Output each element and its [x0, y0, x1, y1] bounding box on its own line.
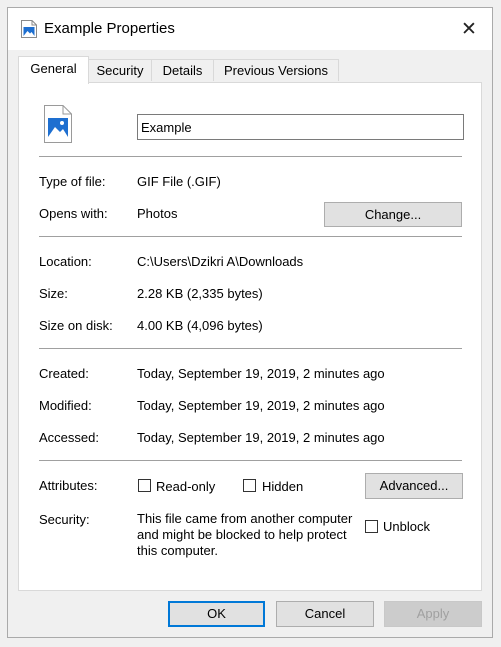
unblock-label[interactable]: Unblock	[383, 519, 430, 534]
divider	[39, 460, 462, 461]
hidden-checkbox[interactable]	[243, 479, 256, 492]
properties-dialog: Example Properties ✕ General Security De…	[7, 7, 493, 638]
tab-previous-versions[interactable]: Previous Versions	[213, 59, 339, 81]
size-on-disk-value: 4.00 KB (4,096 bytes)	[137, 318, 263, 333]
image-file-icon	[21, 20, 37, 38]
divider	[39, 156, 462, 157]
tab-details[interactable]: Details	[151, 59, 214, 81]
unblock-checkbox[interactable]	[365, 520, 378, 533]
read-only-checkbox[interactable]	[138, 479, 151, 492]
general-panel: Type of file: GIF File (.GIF) Opens with…	[18, 82, 482, 591]
cancel-button[interactable]: Cancel	[276, 601, 374, 627]
modified-label: Modified:	[39, 398, 92, 413]
created-label: Created:	[39, 366, 89, 381]
type-of-file-value: GIF File (.GIF)	[137, 174, 221, 189]
tab-security[interactable]: Security	[88, 59, 152, 81]
modified-value: Today, September 19, 2019, 2 minutes ago	[137, 398, 385, 413]
security-label: Security:	[39, 512, 90, 527]
read-only-label[interactable]: Read-only	[156, 479, 215, 494]
opens-with-value: Photos	[137, 206, 178, 221]
location-value: C:\Users\Dzikri A\Downloads	[137, 254, 304, 269]
attributes-label: Attributes:	[39, 478, 98, 493]
hidden-label[interactable]: Hidden	[262, 479, 303, 494]
accessed-label: Accessed:	[39, 430, 99, 445]
type-of-file-label: Type of file:	[39, 174, 106, 189]
opens-with-label: Opens with:	[39, 206, 108, 221]
size-label: Size:	[39, 286, 68, 301]
ok-button[interactable]: OK	[168, 601, 265, 627]
size-on-disk-label: Size on disk:	[39, 318, 113, 333]
divider	[39, 348, 462, 349]
location-label: Location:	[39, 254, 92, 269]
image-file-icon	[44, 105, 72, 143]
close-icon: ✕	[461, 18, 477, 40]
security-message: This file came from another computer and…	[137, 511, 353, 558]
size-value: 2.28 KB (2,335 bytes)	[137, 286, 263, 301]
advanced-button[interactable]: Advanced...	[365, 473, 463, 499]
title-bar: Example Properties ✕	[8, 8, 492, 50]
close-button[interactable]: ✕	[446, 8, 492, 50]
change-button[interactable]: Change...	[324, 202, 462, 227]
window-title: Example Properties	[44, 20, 175, 37]
apply-button[interactable]: Apply	[384, 601, 482, 627]
accessed-value: Today, September 19, 2019, 2 minutes ago	[137, 430, 385, 445]
divider	[39, 236, 462, 237]
created-value: Today, September 19, 2019, 2 minutes ago	[137, 366, 385, 381]
file-name-input[interactable]	[137, 114, 464, 140]
tab-general[interactable]: General	[18, 56, 89, 84]
